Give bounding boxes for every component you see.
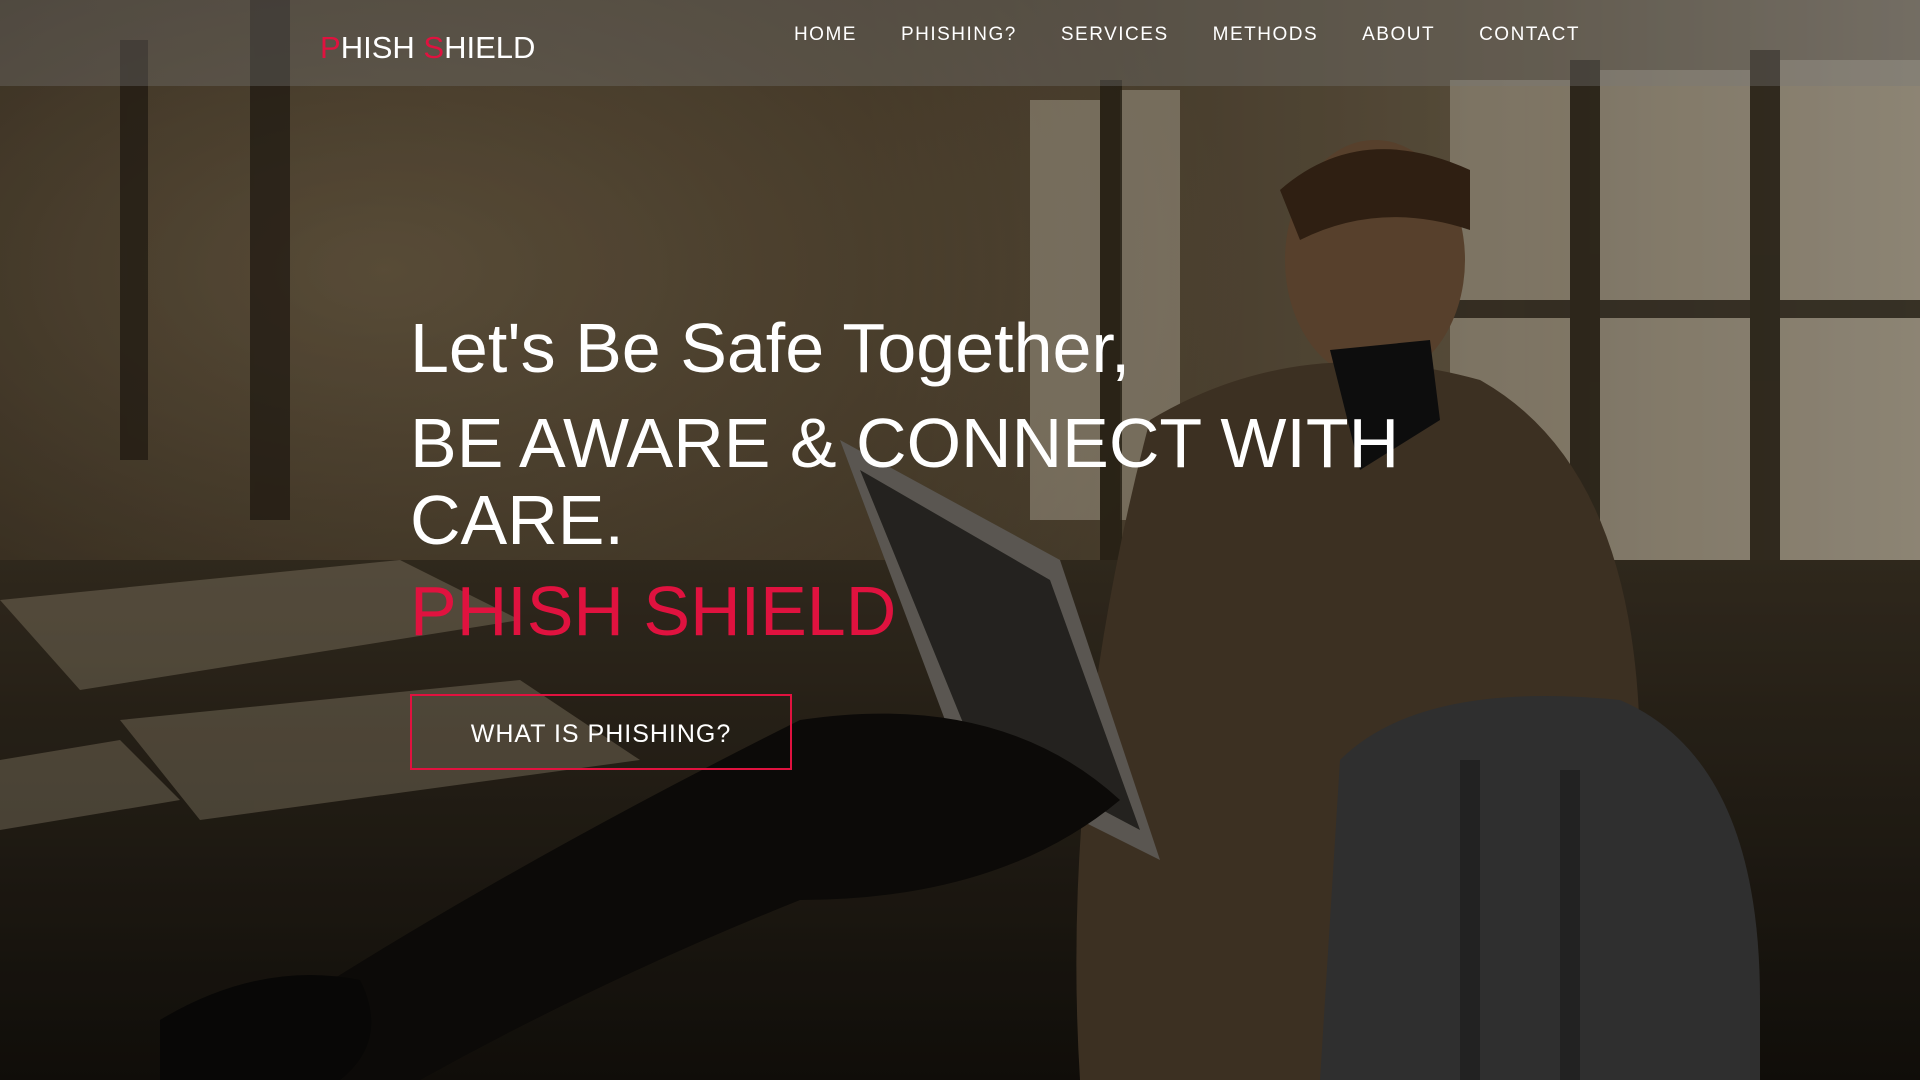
nav-item-phishing: PHISHING? (901, 24, 1017, 46)
nav-item-contact: CONTACT (1479, 24, 1580, 46)
what-is-phishing-button[interactable]: WHAT IS PHISHING? (410, 694, 792, 770)
brand-text-part2: HIELD (444, 30, 536, 65)
nav-link-services[interactable]: SERVICES (1061, 24, 1169, 45)
hero-brand-name: PHISH SHIELD (410, 572, 897, 650)
nav-link-home[interactable]: HOME (794, 24, 857, 45)
hero-tagline: Let's Be Safe Together, (410, 309, 1131, 387)
nav-item-methods: METHODS (1213, 24, 1319, 46)
hero-section: PHISH SHIELD HOME PHISHING? SERVICES MET… (0, 0, 1920, 1080)
nav-menu: HOME PHISHING? SERVICES METHODS ABOUT CO… (750, 24, 1580, 46)
nav-link-phishing[interactable]: PHISHING? (901, 24, 1017, 45)
nav-item-about: ABOUT (1362, 24, 1435, 46)
nav-item-services: SERVICES (1061, 24, 1169, 46)
nav-link-contact[interactable]: CONTACT (1479, 24, 1580, 45)
top-navbar: PHISH SHIELD HOME PHISHING? SERVICES MET… (0, 0, 1920, 86)
brand-text-part1: HISH (340, 30, 424, 65)
brand-letter-p: P (320, 30, 341, 65)
hero-content: Let's Be Safe Together, BE AWARE & CONNE… (410, 310, 1460, 770)
hero-headline: BE AWARE & CONNECT WITH CARE. (410, 404, 1400, 559)
brand-logo[interactable]: PHISH SHIELD (320, 30, 535, 66)
nav-link-about[interactable]: ABOUT (1362, 24, 1435, 45)
nav-link-methods[interactable]: METHODS (1213, 24, 1319, 45)
brand-letter-s: S (423, 30, 445, 65)
nav-item-home: HOME (794, 24, 857, 46)
